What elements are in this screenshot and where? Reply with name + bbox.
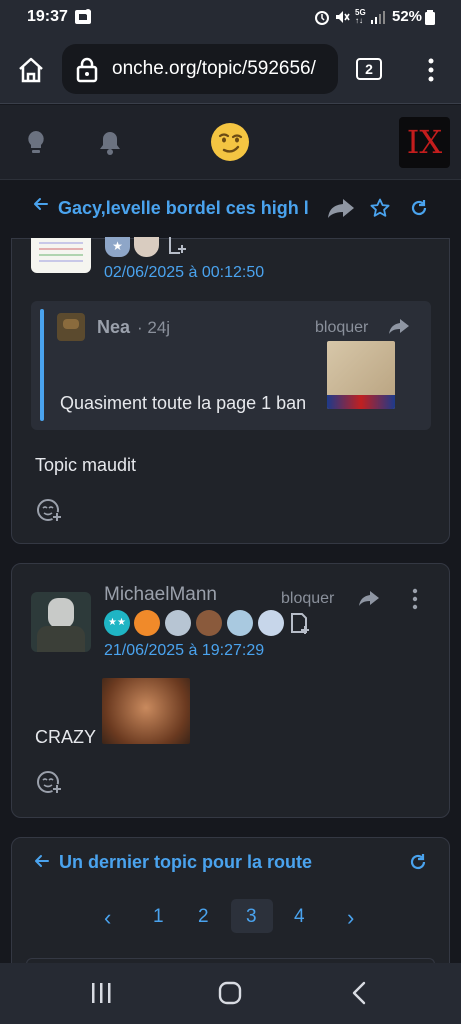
address-bar[interactable]: onche.org/topic/592656/ [62, 44, 338, 94]
page-4[interactable]: 4 [294, 906, 305, 928]
post-date[interactable]: 02/06/2025 à 00:12:50 [104, 264, 264, 282]
quote-age: · 24j [137, 318, 171, 337]
pagination-next[interactable]: › [347, 905, 354, 931]
site-header: IX [0, 105, 461, 180]
page-2[interactable]: 2 [198, 906, 209, 928]
add-file-icon[interactable] [168, 237, 190, 257]
browser-toolbar: onche.org/topic/592656/ 2 [0, 36, 461, 104]
user-badge [227, 610, 253, 636]
site-logo[interactable]: IX [399, 117, 450, 168]
more-vert-icon[interactable] [410, 588, 420, 610]
block-user-button[interactable]: bloquer [281, 590, 334, 608]
add-reaction-icon[interactable] [36, 498, 64, 524]
post-text: CRAZY [35, 727, 97, 747]
arrow-left-icon[interactable] [34, 853, 50, 869]
back-nav-icon[interactable] [350, 981, 368, 1005]
url-text: onche.org/topic/592656/ [112, 58, 316, 79]
quote-share-icon[interactable] [388, 318, 410, 336]
quote-author[interactable]: Nea [97, 317, 130, 338]
star-icon[interactable] [370, 198, 390, 218]
user-badge [134, 610, 160, 636]
refresh-icon[interactable] [409, 198, 429, 218]
rank-badge: ★★ [104, 610, 130, 636]
post-card: MichaelMann bloquer ★★ 21/06/2025 à 19:2… [11, 563, 450, 818]
notification-icon [75, 9, 91, 24]
lightbulb-icon[interactable] [25, 129, 47, 157]
quote-author-avatar [57, 313, 85, 341]
signal-icon [371, 11, 385, 24]
topic-bar: Gacy,levelle bordel ces high l [0, 181, 461, 236]
add-file-icon[interactable] [290, 612, 312, 636]
next-topic-link[interactable]: Un dernier topic pour la route [59, 852, 312, 873]
quote-image[interactable] [327, 341, 395, 409]
arrow-left-icon[interactable] [33, 196, 49, 212]
author-avatar[interactable] [31, 592, 91, 652]
home-nav-icon[interactable] [218, 981, 242, 1005]
post-image[interactable] [102, 678, 190, 744]
smiley-logo-icon[interactable] [210, 122, 250, 162]
quote-text: Quasiment toute la page 1 ban [60, 393, 307, 413]
battery-icon [425, 10, 435, 25]
user-badge [134, 237, 159, 257]
lock-icon [76, 57, 98, 83]
status-time: 19:37 [27, 8, 68, 25]
user-badge [165, 610, 191, 636]
post-date[interactable]: 21/06/2025 à 19:27:29 [104, 642, 264, 660]
mute-icon [336, 11, 350, 23]
refresh-icon[interactable] [408, 852, 428, 872]
recent-apps-icon[interactable] [90, 982, 114, 1004]
alarm-icon [315, 11, 329, 25]
share-icon[interactable] [326, 197, 356, 219]
battery-level: 52% [392, 8, 423, 25]
tab-switcher-button[interactable]: 2 [356, 58, 382, 80]
post-card: ★ 02/06/2025 à 00:12:50 Nea · 24j bloque… [11, 237, 450, 544]
quote-block: Nea · 24j bloquer Quasiment toute la pag… [31, 301, 431, 430]
pagination-card: Un dernier topic pour la route ‹ 1 2 3 4… [11, 837, 450, 978]
page-1[interactable]: 1 [153, 906, 164, 928]
add-reaction-icon[interactable] [36, 770, 64, 796]
user-badge [258, 610, 284, 636]
topic-title[interactable]: Gacy,levelle bordel ces high l [58, 198, 313, 219]
quote-bar [40, 309, 44, 421]
author-avatar[interactable] [31, 238, 91, 273]
status-bar: 19:37 5G ↑↓ 52% [0, 0, 461, 36]
more-vert-icon[interactable] [424, 56, 438, 84]
share-icon[interactable] [358, 590, 380, 608]
bell-icon[interactable] [98, 130, 122, 156]
pagination-prev[interactable]: ‹ [104, 905, 111, 931]
post-text: Topic maudit [35, 455, 137, 475]
network-5g-icon: 5G ↑↓ [355, 8, 366, 25]
page-3-current[interactable]: 3 [246, 906, 257, 928]
system-nav-bar [0, 963, 461, 1024]
home-icon[interactable] [17, 56, 45, 84]
post-author[interactable]: MichaelMann [104, 584, 217, 606]
quote-block-user-button[interactable]: bloquer [315, 319, 368, 337]
user-badge [196, 610, 222, 636]
rank-badge: ★ [105, 237, 130, 257]
